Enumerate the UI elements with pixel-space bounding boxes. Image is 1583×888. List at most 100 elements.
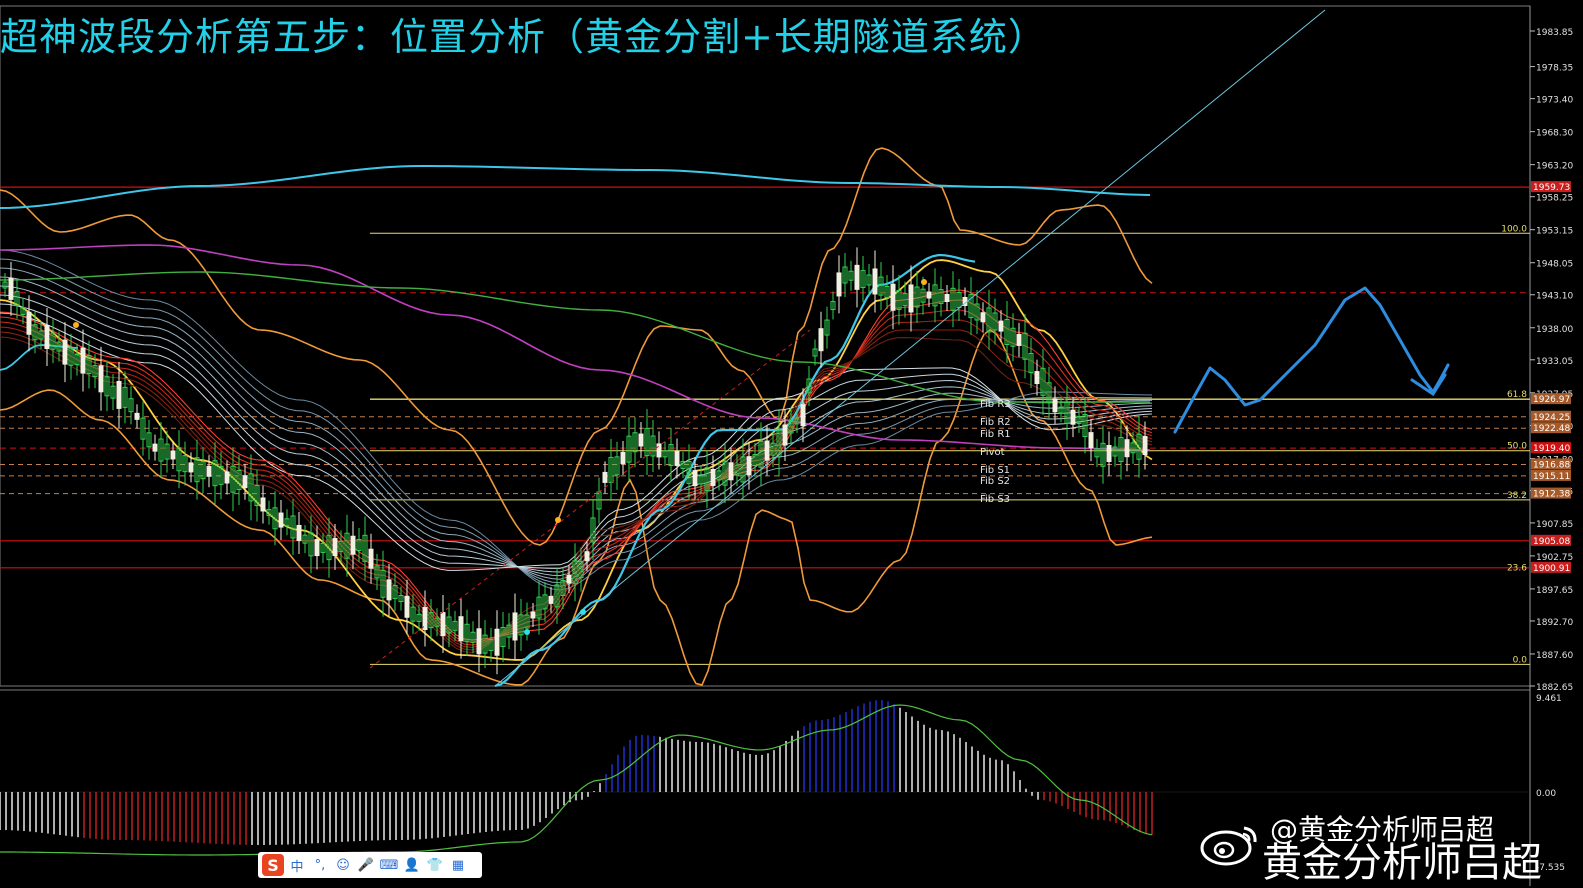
signal-dot [73,322,79,328]
ime-punct-icon[interactable]: °, [310,858,330,873]
candle-body [44,325,50,350]
candle-body [530,611,536,619]
candle-body [566,574,572,584]
candle-body [152,443,158,452]
candle-body [404,595,410,618]
candle-body [638,433,644,447]
candle-body [314,539,320,557]
ime-menu-icon[interactable]: ▦ [448,858,468,873]
forecast-line [1173,286,1450,434]
price-tick-label: 1902.75 [1536,553,1573,563]
ime-user-icon[interactable]: 👤 [402,858,422,873]
price-tick-label: 1897.65 [1536,586,1573,596]
weibo-name: 黄金分析师吕超 [1262,840,1542,886]
price-tick-label: 1882.65 [1536,683,1573,693]
price-axis: 1983.85 1978.35 1973.40 1968.30 1963.20 1958.… [1530,28,1573,693]
horizontal-levels [0,186,1530,665]
candle-body [440,612,446,637]
trend-line-cyan [494,9,1326,687]
price-tag-label: 1915.11 [1533,472,1570,482]
candle-body [1106,444,1112,462]
candle-body [908,284,914,313]
price-tick-label: 1938.00 [1536,325,1573,335]
price-tag-label: 1905.08 [1533,537,1570,547]
candle-body [584,551,590,562]
candle-body [1124,439,1130,458]
candle-body [602,471,608,483]
candle-body [674,450,680,466]
ime-skin-icon[interactable]: 👕 [425,858,445,873]
candle-body [62,339,68,365]
candle-body [98,365,104,393]
pivot-label: Fib S3 [980,494,1010,505]
signal-dot [524,629,530,635]
price-tick-label: 1948.05 [1536,260,1573,270]
weibo-logo-icon [1200,826,1257,866]
fib-label-100.0: 100.0 [1501,224,1527,234]
ime-emoji-icon[interactable]: ☺ [333,858,353,873]
price-tag-label: 1922.48 [1533,424,1570,434]
candle-body [350,535,356,555]
candle-body [836,272,842,297]
candle-body [116,380,122,409]
fib-label-23.6: 23.6 [1507,563,1527,573]
price-tick-label: 1963.20 [1536,162,1573,172]
ime-voice-icon[interactable]: 🎤 [356,858,376,873]
candle-body [242,475,248,489]
price-chart[interactable]: 100.061.850.038.223.60.0 Fib R3Fib R2Fib… [0,0,1583,886]
candle-body [800,404,806,427]
pivot-label: Fib S2 [980,476,1010,487]
main-panel-frame [0,5,1531,687]
fib-level-labels: 100.0 61.8 50.0 38.2 23.6 0.0 [1501,224,1527,665]
price-tick-label: 1887.60 [1536,651,1573,661]
candle-body [710,469,716,487]
price-tag-label: 1916.88 [1533,460,1570,470]
price-tag-label: 1926.97 [1533,395,1570,405]
macd-signal-line [0,704,1153,856]
candle-body [854,264,860,290]
candle-body [980,312,986,323]
sogou-logo-icon[interactable]: S [262,854,284,876]
candle-body [692,470,698,487]
pivot-label: Fib R3 [980,399,1011,410]
signal-dot [555,517,561,523]
candle-body [548,595,554,604]
red-ribbon-line [0,329,1153,651]
price-tick-label: 1953.15 [1536,227,1573,237]
price-tick-label: 1933.05 [1536,357,1573,367]
trend-lines[interactable] [369,9,1326,687]
candle-body [476,628,482,655]
candle-body [260,497,266,512]
candle-body [332,538,338,557]
pivot-labels: Fib R3 Fib R2Fib R1 Pivot Fib S1Fib S2 Fib S… [980,399,1011,505]
pivot-label: Fib R2 [980,417,1011,428]
signal-dot [921,279,927,285]
candle-body [1088,432,1094,449]
candle-body [1052,398,1058,413]
ime-mode-icon[interactable]: 中 [287,856,307,875]
ime-keyboard-icon[interactable]: ⌨ [379,858,399,873]
candle-body [134,412,140,420]
price-tag-label: 1919.40 [1533,444,1570,454]
candle-body [368,548,374,569]
candle-body [998,320,1004,332]
price-tick-label: 1973.40 [1536,96,1573,106]
candle-body [1142,435,1148,455]
pivot-label: Fib R1 [980,429,1011,440]
candle-body [8,277,14,300]
price-tick-label: 1978.35 [1536,64,1573,74]
candle-body [1016,333,1022,346]
candle-body [170,450,176,460]
candle-body [296,524,302,541]
ime-toolbar[interactable]: S 中 °, ☺ 🎤 ⌨ 👤 👕 ▦ [258,852,482,878]
candle-body [224,471,230,484]
pivot-label: Pivot [980,447,1005,458]
candle-body [80,347,86,374]
macd-tick-label: 9.461 [1536,694,1562,704]
moving-averages [0,164,1151,688]
candle-body [1034,371,1040,385]
price-tag-label: 1924.25 [1533,413,1570,423]
candle-body [764,440,770,461]
price-tag-label: 1900.91 [1533,564,1570,574]
macd-tick-label: 0.00 [1536,789,1556,799]
